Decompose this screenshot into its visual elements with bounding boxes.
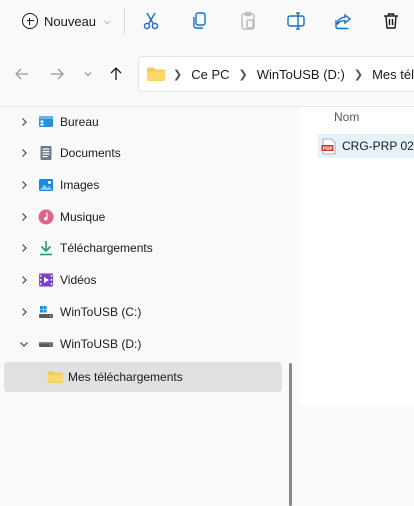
tree-item-desktop[interactable]: Bureau [0,107,290,137]
delete-icon[interactable] [379,9,403,33]
images-icon [39,179,53,191]
folder-icon [47,371,63,383]
tree-item-label: Documents [60,146,121,160]
tree-item-label: Musique [60,210,106,224]
address-bar[interactable]: ❯ Ce PC ❯ WinToUSB (D:) ❯ Mes télécharge… [138,56,414,92]
cut-icon[interactable] [139,9,163,33]
desktop-icon [39,116,53,127]
folder-icon [147,67,165,81]
tree-item-my-downloads[interactable]: Mes téléchargements [4,362,282,392]
breadcrumb-drive-d[interactable]: WinToUSB (D:) [257,67,345,82]
breadcrumb-separator-icon: ❯ [238,68,248,81]
tree-item-videos[interactable]: Vidéos [0,265,290,295]
breadcrumb-separator-icon: ❯ [173,68,183,81]
tree-item-label: WinToUSB (D:) [60,337,142,351]
forward-arrow-icon[interactable] [47,64,67,84]
scrollbar-thumb[interactable] [289,363,292,506]
pdf-icon: PDF [321,138,336,154]
toolbar-separator [124,8,125,34]
tree-item-label: Vidéos [60,273,97,287]
svg-text:PDF: PDF [323,145,333,151]
tree-item-label: Mes téléchargements [68,370,183,384]
breadcrumb-separator-icon: ❯ [353,68,364,81]
collapse-chevron-icon[interactable] [18,338,30,350]
new-button-label: Nouveau [44,13,97,29]
tree-item-label: WinToUSB (C:) [60,305,142,319]
expand-chevron-icon[interactable] [18,147,30,159]
tree-item-images[interactable]: Images [0,170,290,200]
documents-icon [40,146,52,160]
copy-icon[interactable] [188,9,212,33]
up-arrow-icon[interactable] [106,64,126,84]
rename-icon[interactable] [284,9,308,33]
tree-item-label: Bureau [60,115,99,129]
expand-chevron-icon[interactable] [18,211,30,223]
tree-item-drive-c[interactable]: WinToUSB (C:) [0,297,290,327]
tree-item-downloads[interactable]: Téléchargements [0,233,290,263]
file-list: Nom PDF CRG-PRP 0220 [300,107,414,405]
expand-chevron-icon[interactable] [18,274,30,286]
drive-icon [39,342,53,347]
music-icon [38,209,54,225]
tree-item-documents[interactable]: Documents [0,138,290,168]
expand-chevron-icon[interactable] [18,242,30,254]
videos-icon [39,273,53,287]
downloads-icon [40,241,52,256]
tree-item-label: Téléchargements [60,241,153,255]
command-bar: Nouveau ⌵ [0,0,414,42]
recent-locations-chevron-icon[interactable] [78,64,98,84]
plus-icon [22,13,38,29]
breadcrumb-this-pc[interactable]: Ce PC [191,67,229,82]
expand-chevron-icon[interactable] [18,116,30,128]
paste-icon [236,9,260,33]
new-button[interactable]: Nouveau ⌵ [14,7,119,35]
tree-item-music[interactable]: Musique [0,202,290,232]
breadcrumb-my-downloads[interactable]: Mes téléchargements [372,67,414,82]
file-name: CRG-PRP 0220 [342,139,414,153]
chevron-down-icon: ⌵ [104,15,111,26]
tree-item-label: Images [60,178,100,192]
file-row[interactable]: PDF CRG-PRP 0220 [318,134,414,158]
address-row: ❯ Ce PC ❯ WinToUSB (D:) ❯ Mes télécharge… [0,42,414,107]
expand-chevron-icon[interactable] [18,306,30,318]
column-header-name[interactable]: Nom [334,110,359,124]
navigation-pane: Bureau Documents Images Musique Téléchar… [0,107,296,506]
windows-drive-icon [39,306,53,318]
expand-chevron-icon[interactable] [18,179,30,191]
share-icon[interactable] [331,9,355,33]
tree-item-drive-d[interactable]: WinToUSB (D:) [0,329,290,359]
back-arrow-icon[interactable] [12,64,32,84]
